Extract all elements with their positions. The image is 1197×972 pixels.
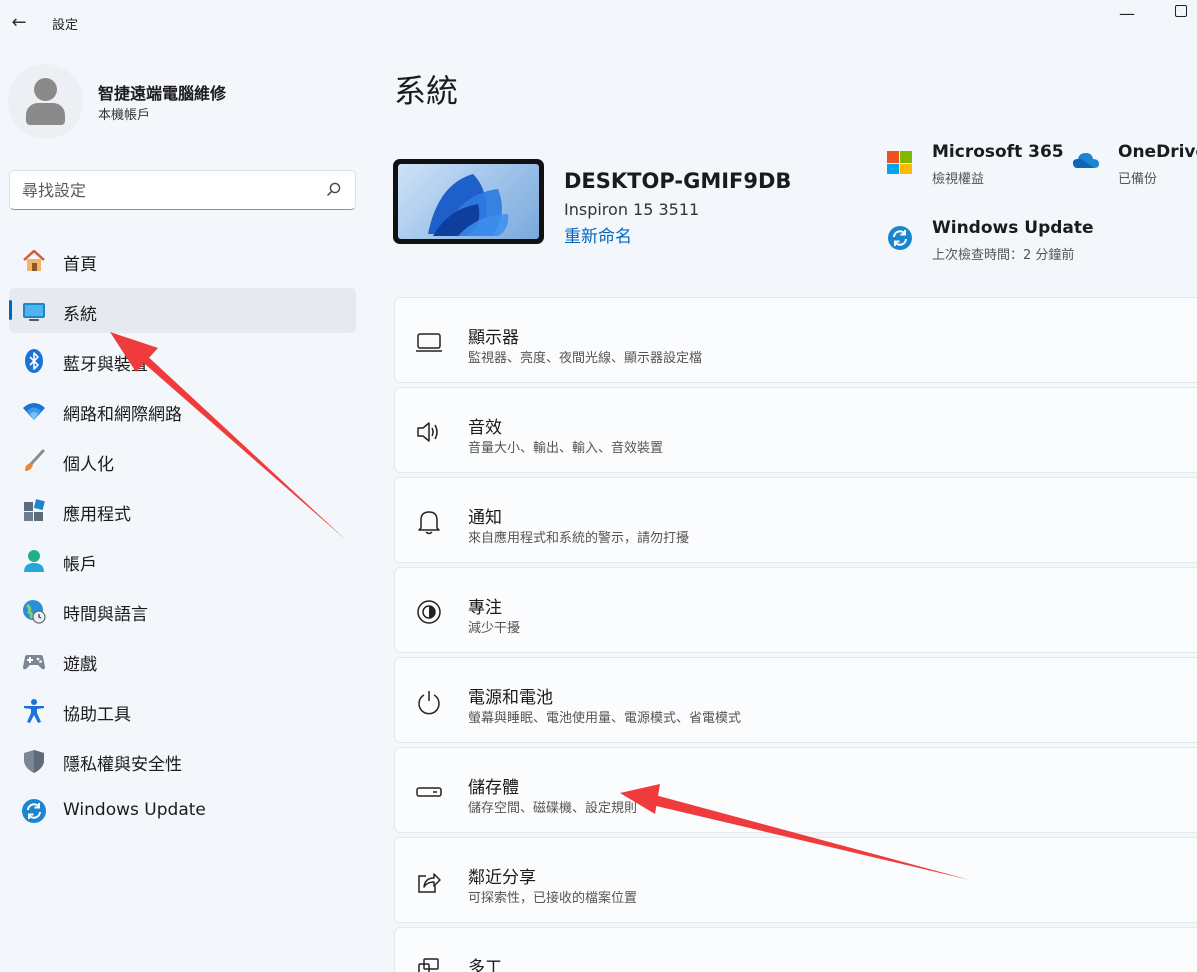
gamepad-icon	[23, 655, 45, 670]
sidebar-item-network[interactable]: 網路和網際網路	[9, 388, 356, 433]
speaker-icon	[417, 422, 438, 442]
title-bar: ← 設定 —	[0, 0, 1197, 46]
card-display[interactable]: 顯示器 監視器、亮度、夜間光線、顯示器設定檔	[394, 297, 1197, 383]
card-subtitle: 可探索性，已接收的檔案位置	[468, 891, 638, 906]
back-button[interactable]: ←	[8, 12, 30, 34]
card-nearby-sharing[interactable]: 鄰近分享 可探索性，已接收的檔案位置	[394, 837, 1197, 923]
sidebar-item-label: Windows Update	[63, 800, 206, 820]
system-icon	[23, 303, 45, 321]
sidebar-item-privacy[interactable]: 隱私權與安全性	[9, 738, 356, 783]
card-storage[interactable]: 儲存體 儲存空間、磁碟機、設定規則	[394, 747, 1197, 833]
accessibility-icon	[24, 699, 44, 723]
avatar-body	[26, 103, 65, 125]
search-input[interactable]	[22, 179, 322, 201]
wifi-icon	[23, 403, 45, 420]
sidebar-item-time-language[interactable]: 時間與語言	[9, 588, 356, 633]
rename-link[interactable]: 重新命名	[564, 222, 632, 247]
device-name: DESKTOP-GMIF9DB	[564, 169, 792, 193]
wallpaper-preview	[398, 164, 539, 239]
maximize-button[interactable]	[1175, 5, 1187, 17]
sidebar-item-apps[interactable]: 應用程式	[9, 488, 356, 533]
sidebar-item-windows-update[interactable]: Windows Update	[9, 788, 356, 833]
card-subtitle: 音量大小、輸出、輸入、音效裝置	[468, 441, 664, 456]
card-title: 儲存體	[468, 778, 519, 798]
app-title: 設定	[52, 18, 79, 33]
account-name: 智捷遠端電腦維修	[98, 84, 227, 103]
wu-subtitle: 上次檢查時間：2 分鐘前	[932, 248, 1075, 263]
sidebar-item-label: 首頁	[63, 255, 97, 275]
card-focus[interactable]: 專注 減少干擾	[394, 567, 1197, 653]
bluetooth-icon	[25, 349, 43, 373]
minimize-button[interactable]: —	[1119, 4, 1135, 23]
globe-clock-icon	[23, 600, 46, 624]
sidebar-item-label: 藍牙與裝置	[63, 355, 148, 375]
home-icon	[23, 249, 45, 271]
card-title: 音效	[468, 418, 502, 438]
sidebar-nav: 首頁 系統 藍牙與裝置 網路和網際網路 個人化 應用程式 帳戶 時間與語言 遊戲…	[9, 238, 356, 838]
bloom-wallpaper-icon	[428, 174, 509, 236]
card-power-battery[interactable]: 電源和電池 螢幕與睡眠、電池使用量、電源模式、省電模式	[394, 657, 1197, 743]
card-title: 專注	[468, 598, 502, 618]
sidebar-item-label: 網路和網際網路	[63, 405, 182, 425]
wu-title: Windows Update	[932, 218, 1094, 238]
sidebar-item-label: 個人化	[63, 455, 114, 475]
avatar[interactable]	[8, 64, 83, 139]
card-subtitle: 儲存空間、磁碟機、設定規則	[468, 801, 638, 816]
active-indicator	[9, 300, 12, 320]
card-title: 電源和電池	[468, 688, 553, 708]
device-thumbnail	[393, 159, 544, 244]
sidebar-item-label: 系統	[63, 305, 97, 325]
card-title: 多工	[468, 958, 502, 972]
sidebar-item-system[interactable]: 系統	[9, 288, 356, 333]
apps-icon	[24, 499, 45, 521]
sidebar-item-accessibility[interactable]: 協助工具	[9, 688, 356, 733]
card-notifications[interactable]: 通知 來自應用程式和系統的警示，請勿打擾	[394, 477, 1197, 563]
sidebar-item-label: 應用程式	[63, 505, 131, 525]
sidebar-item-gaming[interactable]: 遊戲	[9, 638, 356, 683]
device-model: Inspiron 15 3511	[564, 200, 700, 219]
onedrive-title: OneDrive	[1118, 142, 1197, 162]
avatar-head	[34, 78, 57, 101]
sidebar-item-label: 帳戶	[63, 555, 97, 575]
brush-icon	[25, 449, 45, 471]
card-sound[interactable]: 音效 音量大小、輸出、輸入、音效裝置	[394, 387, 1197, 473]
sidebar-item-bluetooth[interactable]: 藍牙與裝置	[9, 338, 356, 383]
account-type: 本機帳戶	[98, 108, 151, 123]
card-title: 通知	[468, 508, 502, 528]
storage-icon	[416, 787, 442, 797]
sidebar-item-label: 遊戲	[63, 655, 97, 675]
shield-icon	[24, 750, 44, 773]
card-subtitle: 螢幕與睡眠、電池使用量、電源模式、省電模式	[468, 711, 742, 726]
card-subtitle: 來自應用程式和系統的警示，請勿打擾	[468, 531, 690, 546]
sidebar-item-home[interactable]: 首頁	[9, 238, 356, 283]
card-title: 顯示器	[468, 328, 519, 348]
onedrive-subtitle: 已備份	[1118, 172, 1158, 187]
sidebar-item-label: 隱私權與安全性	[63, 755, 182, 775]
search-box[interactable]	[9, 170, 356, 210]
search-icon[interactable]	[327, 182, 341, 196]
share-icon	[418, 873, 441, 893]
update-icon	[888, 226, 912, 250]
monitor-icon	[416, 333, 442, 352]
focus-icon	[417, 600, 441, 624]
sidebar-item-accounts[interactable]: 帳戶	[9, 538, 356, 583]
microsoft-logo-icon	[887, 151, 912, 174]
card-subtitle: 減少干擾	[468, 621, 521, 636]
onedrive-cloud-icon	[1073, 153, 1099, 168]
sidebar-item-label: 協助工具	[63, 705, 131, 725]
m365-subtitle: 檢視權益	[932, 172, 985, 187]
update-icon	[22, 799, 46, 823]
page-title: 系統	[394, 72, 459, 110]
card-multitasking[interactable]: 多工	[394, 927, 1197, 972]
m365-title: Microsoft 365	[932, 142, 1064, 162]
sidebar-item-personalization[interactable]: 個人化	[9, 438, 356, 483]
person-icon	[24, 550, 44, 572]
card-subtitle: 監視器、亮度、夜間光線、顯示器設定檔	[468, 351, 703, 366]
bell-icon	[418, 511, 440, 535]
multitask-icon	[418, 958, 439, 972]
card-title: 鄰近分享	[468, 868, 536, 888]
sidebar-item-label: 時間與語言	[63, 605, 148, 625]
power-icon	[418, 691, 440, 715]
